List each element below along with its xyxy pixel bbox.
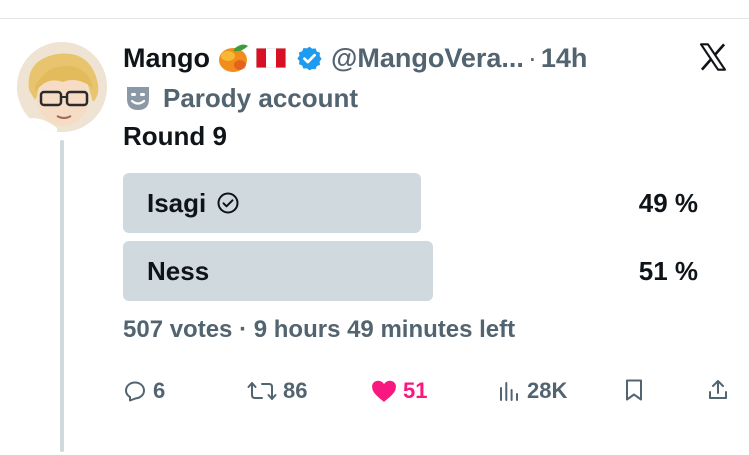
poll-option-label: Isagi: [147, 188, 207, 218]
tweet-content: Mango @MangoVera... · 14h Parody account…: [123, 36, 733, 344]
like-button[interactable]: 51: [371, 378, 427, 404]
user-handle[interactable]: @MangoVera...: [331, 43, 524, 74]
parody-label: Parody account: [163, 82, 359, 113]
like-count: 51: [403, 378, 428, 403]
reply-icon: [125, 381, 145, 402]
thread-line: [60, 140, 64, 452]
display-name[interactable]: Mango: [123, 43, 210, 74]
poll-option-label: Ness: [147, 256, 210, 286]
check-circle-icon: [217, 192, 239, 214]
repost-count: 86: [283, 378, 308, 403]
share-icon: [709, 380, 727, 399]
poll: Isagi 49 % Ness 51 %: [123, 173, 723, 301]
poll-option-isagi[interactable]: Isagi 49 %: [123, 173, 723, 233]
heart-icon: [372, 380, 396, 402]
bookmark-button[interactable]: [623, 378, 645, 402]
parody-label-row: Parody account: [123, 80, 733, 116]
reply-count: 6: [153, 378, 166, 403]
views-icon: [500, 382, 518, 401]
views-count: 28K: [527, 378, 568, 403]
tweet-header: Mango @MangoVera... · 14h: [123, 36, 733, 80]
mango-emoji: [216, 42, 250, 74]
poll-option-label-row: Ness: [147, 241, 209, 301]
repost-button[interactable]: 86: [247, 378, 307, 404]
poll-option-label-row: Isagi: [147, 173, 240, 233]
reply-button[interactable]: 6: [123, 378, 165, 404]
repost-icon: [247, 382, 277, 400]
parody-mask-icon: [127, 87, 149, 110]
bookmark-icon: [626, 379, 642, 401]
avatar[interactable]: [17, 42, 107, 132]
poll-option-percent: 51 %: [638, 256, 698, 286]
verified-badge-icon[interactable]: [296, 45, 323, 72]
share-button[interactable]: [706, 378, 730, 402]
action-bar: 6 86 51 28K: [123, 378, 733, 418]
poll-meta: 507 votes · 9 hours 49 minutes left: [123, 316, 516, 343]
views-button[interactable]: 28K: [497, 378, 567, 404]
poll-option-percent: 49 %: [638, 188, 698, 218]
top-divider: [0, 18, 749, 19]
x-logo-icon[interactable]: [697, 41, 729, 73]
peru-flag-emoji: [256, 48, 286, 68]
separator-dot: ·: [527, 42, 537, 73]
timestamp[interactable]: 14h: [541, 43, 588, 74]
tweet-text: Round 9: [123, 121, 227, 151]
poll-option-ness[interactable]: Ness 51 %: [123, 241, 723, 301]
avatar-image: [17, 42, 107, 132]
